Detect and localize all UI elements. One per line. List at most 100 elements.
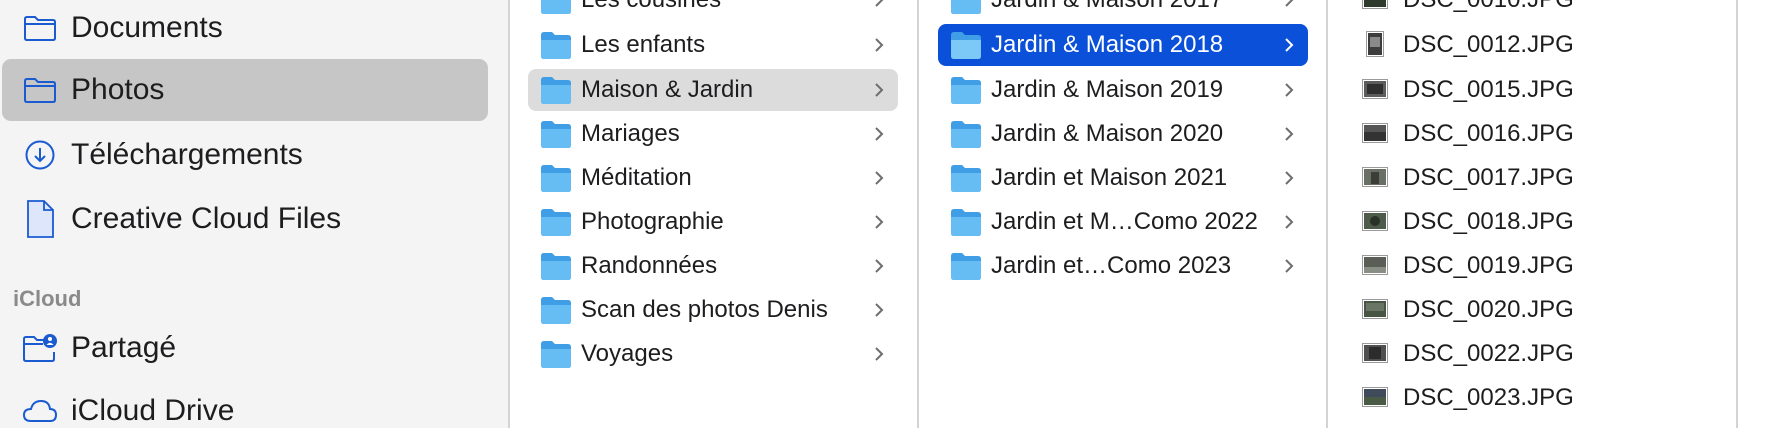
folder-row[interactable]: Photographie: [528, 201, 898, 243]
folder-label: Jardin & Maison 2020: [991, 120, 1224, 147]
chevron-right-icon: [1285, 38, 1294, 52]
folder-icon: [951, 121, 981, 148]
folder-icon: [951, 209, 981, 236]
folder-label: Jardin et Maison 2021: [991, 164, 1228, 191]
file-name: DSC_0019.JPG: [1403, 252, 1574, 279]
sidebar-item-label: iCloud Drive: [71, 394, 235, 427]
folder-icon: [541, 165, 571, 192]
chevron-right-icon: [1285, 259, 1294, 273]
file-row[interactable]: DSC_0016.JPG: [1358, 113, 1718, 155]
file-row[interactable]: DSC_0019.JPG: [1358, 245, 1718, 287]
folder-icon: [951, 77, 981, 104]
file-name: DSC_0018.JPG: [1403, 208, 1574, 235]
file-name: DSC_0022.JPG: [1403, 340, 1574, 367]
download-circle-icon: [20, 135, 60, 175]
sidebar-item-documents[interactable]: Documents: [2, 0, 488, 59]
file-row[interactable]: DSC_0020.JPG: [1358, 289, 1718, 331]
folder-label: Les enfants: [581, 31, 706, 58]
chevron-right-icon: [1285, 215, 1294, 229]
sidebar-item-photos[interactable]: Photos: [2, 59, 488, 121]
chevron-right-icon: [875, 83, 884, 97]
folder-row[interactable]: Jardin et Maison 2021: [938, 157, 1308, 199]
file-row[interactable]: DSC_0012.JPG: [1358, 24, 1718, 66]
sidebar-item-icloud-drive[interactable]: iCloud Drive: [2, 380, 488, 442]
image-thumbnail-icon: [1362, 343, 1388, 363]
folder-row[interactable]: Mariages: [528, 113, 898, 155]
folder-icon: [541, 209, 571, 236]
image-thumbnail-icon: [1362, 123, 1388, 143]
folder-icon: [20, 8, 60, 48]
folder-icon: [951, 32, 981, 59]
sidebar-item-label: Creative Cloud Files: [71, 202, 342, 235]
folder-row[interactable]: Randonnées: [528, 245, 898, 287]
folder-icon: [541, 297, 571, 324]
sidebar-item-downloads[interactable]: Téléchargements: [2, 124, 488, 186]
sidebar-item-label: Partagé: [71, 331, 177, 364]
folder-icon: [541, 121, 571, 148]
image-thumbnail-icon: [1362, 299, 1388, 319]
folder-icon: [541, 32, 571, 59]
column-divider[interactable]: [1736, 0, 1738, 428]
folder-label: Mariages: [581, 120, 680, 147]
image-thumbnail-icon: [1362, 211, 1388, 231]
file-row[interactable]: DSC_0023.JPG: [1358, 377, 1718, 419]
shared-folder-icon: [20, 328, 60, 368]
folder-row[interactable]: Jardin et…Como 2023: [938, 245, 1308, 287]
file-row[interactable]: DSC_0015.JPG: [1358, 69, 1718, 111]
folder-icon: [951, 253, 981, 280]
chevron-right-icon: [1285, 83, 1294, 97]
chevron-right-icon: [875, 127, 884, 141]
file-row[interactable]: DSC_0010.JPG: [1358, 0, 1718, 21]
image-thumbnail-icon: [1362, 167, 1388, 187]
image-thumbnail-icon: [1366, 31, 1384, 57]
folder-label: Scan des photos Denis: [581, 296, 828, 323]
chevron-right-icon: [875, 0, 884, 7]
folder-row[interactable]: Méditation: [528, 157, 898, 199]
chevron-right-icon: [875, 259, 884, 273]
folder-row[interactable]: Voyages: [528, 333, 898, 375]
column-divider[interactable]: [1326, 0, 1328, 428]
folder-label: Jardin & Maison 2019: [991, 76, 1224, 103]
file-row[interactable]: DSC_0022.JPG: [1358, 333, 1718, 375]
folder-row[interactable]: Les cousines: [528, 0, 898, 21]
image-thumbnail-icon: [1362, 255, 1388, 275]
folder-row[interactable]: Maison & Jardin: [528, 69, 898, 111]
folder-row[interactable]: Jardin & Maison 2019: [938, 69, 1308, 111]
chevron-right-icon: [1285, 171, 1294, 185]
chevron-right-icon: [1285, 0, 1294, 7]
folder-row-selected[interactable]: Jardin & Maison 2018: [938, 24, 1308, 66]
folder-row[interactable]: Jardin & Maison 2020: [938, 113, 1308, 155]
folder-icon: [20, 70, 60, 110]
folder-icon: [541, 0, 571, 14]
file-name: DSC_0012.JPG: [1403, 31, 1574, 58]
folder-row[interactable]: Scan des photos Denis: [528, 289, 898, 331]
sidebar-item-shared[interactable]: Partagé: [2, 317, 488, 379]
folder-row[interactable]: Jardin et M…Como 2022: [938, 201, 1308, 243]
file-row[interactable]: DSC_0018.JPG: [1358, 201, 1718, 243]
folder-label: Jardin & Maison 2017: [991, 0, 1223, 14]
chevron-right-icon: [875, 215, 884, 229]
file-name: DSC_0010.JPG: [1403, 0, 1574, 14]
image-thumbnail-icon: [1362, 387, 1388, 407]
image-thumbnail-icon: [1362, 79, 1388, 99]
chevron-right-icon: [875, 303, 884, 317]
folder-row[interactable]: Jardin & Maison 2017: [938, 0, 1308, 21]
file-name: DSC_0016.JPG: [1403, 120, 1574, 147]
file-name: DSC_0017.JPG: [1403, 164, 1574, 191]
folder-label: Voyages: [581, 340, 674, 367]
folder-label: Jardin et…Como 2023: [991, 252, 1232, 279]
column-divider[interactable]: [508, 0, 510, 428]
folder-label: Les cousines: [581, 0, 721, 14]
file-name: DSC_0020.JPG: [1403, 296, 1574, 323]
folder-icon: [541, 77, 571, 104]
folder-row[interactable]: Les enfants: [528, 24, 898, 66]
folder-label: Maison & Jardin: [581, 76, 754, 103]
chevron-right-icon: [875, 171, 884, 185]
folder-label: Méditation: [581, 164, 692, 191]
sidebar-item-label: Photos: [71, 73, 165, 106]
sidebar-item-creative-cloud[interactable]: Creative Cloud Files: [2, 188, 488, 250]
folder-icon: [951, 0, 981, 14]
column-divider[interactable]: [917, 0, 919, 428]
document-icon: [20, 199, 60, 239]
file-row[interactable]: DSC_0017.JPG: [1358, 157, 1718, 199]
